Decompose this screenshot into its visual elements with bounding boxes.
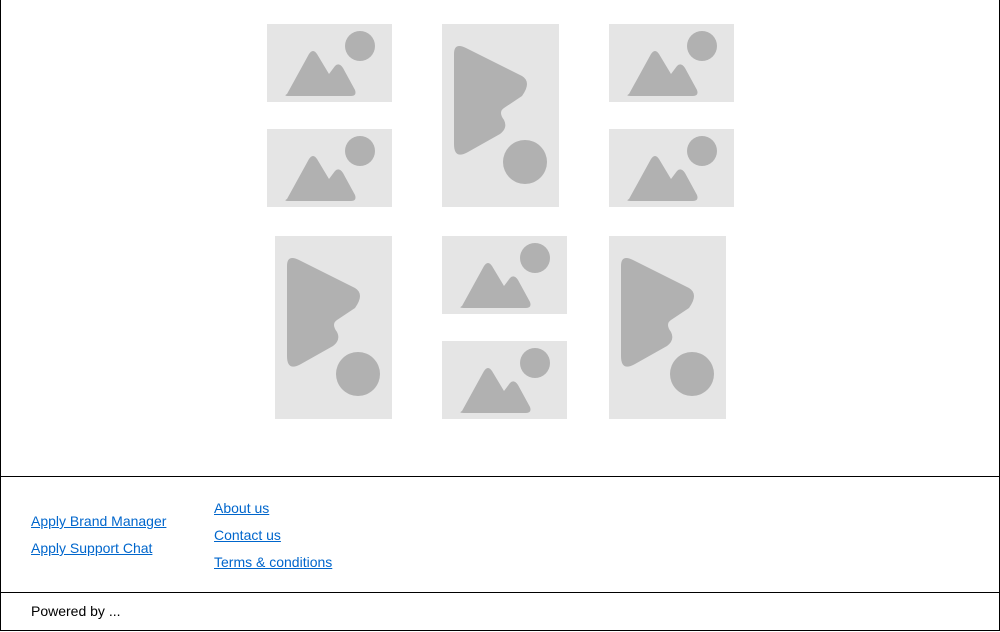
contact-us-link[interactable]: Contact us <box>214 527 281 543</box>
video-placeholder-icon <box>275 236 392 419</box>
gallery-image-thumb[interactable] <box>609 24 734 102</box>
apply-support-chat-link[interactable]: Apply Support Chat <box>31 540 152 556</box>
media-gallery <box>0 0 1000 476</box>
list-item: Terms & conditions <box>214 554 332 581</box>
list-item: About us <box>214 500 332 527</box>
gallery-image-thumb[interactable] <box>609 129 734 207</box>
list-item: Apply Brand Manager <box>31 513 166 540</box>
gallery-video-thumb[interactable] <box>609 236 726 419</box>
gallery-video-thumb[interactable] <box>442 24 559 207</box>
gallery-image-thumb[interactable] <box>267 24 392 102</box>
video-placeholder-icon <box>609 236 726 419</box>
image-placeholder-icon <box>609 24 734 102</box>
gallery-video-thumb[interactable] <box>275 236 392 419</box>
image-placeholder-icon <box>267 129 392 207</box>
terms-conditions-link[interactable]: Terms & conditions <box>214 554 332 570</box>
video-placeholder-icon <box>442 24 559 207</box>
list-item: Contact us <box>214 527 332 554</box>
footer-links-apply: Apply Brand Manager Apply Support Chat <box>31 513 166 567</box>
image-placeholder-icon <box>442 236 567 314</box>
image-placeholder-icon <box>609 129 734 207</box>
apply-brand-manager-link[interactable]: Apply Brand Manager <box>31 513 166 529</box>
bottom-bar: Powered by ... <box>0 592 1000 632</box>
gallery-image-thumb[interactable] <box>267 129 392 207</box>
list-item: Apply Support Chat <box>31 540 166 567</box>
about-us-link[interactable]: About us <box>214 500 269 516</box>
footer-links-info: About us Contact us Terms & conditions <box>214 500 332 581</box>
site-footer: Apply Brand Manager Apply Support Chat A… <box>0 476 1000 592</box>
image-placeholder-icon <box>267 24 392 102</box>
gallery-image-thumb[interactable] <box>442 341 567 419</box>
gallery-image-thumb[interactable] <box>442 236 567 314</box>
image-placeholder-icon <box>442 341 567 419</box>
powered-by-text: Powered by ... <box>31 603 121 619</box>
